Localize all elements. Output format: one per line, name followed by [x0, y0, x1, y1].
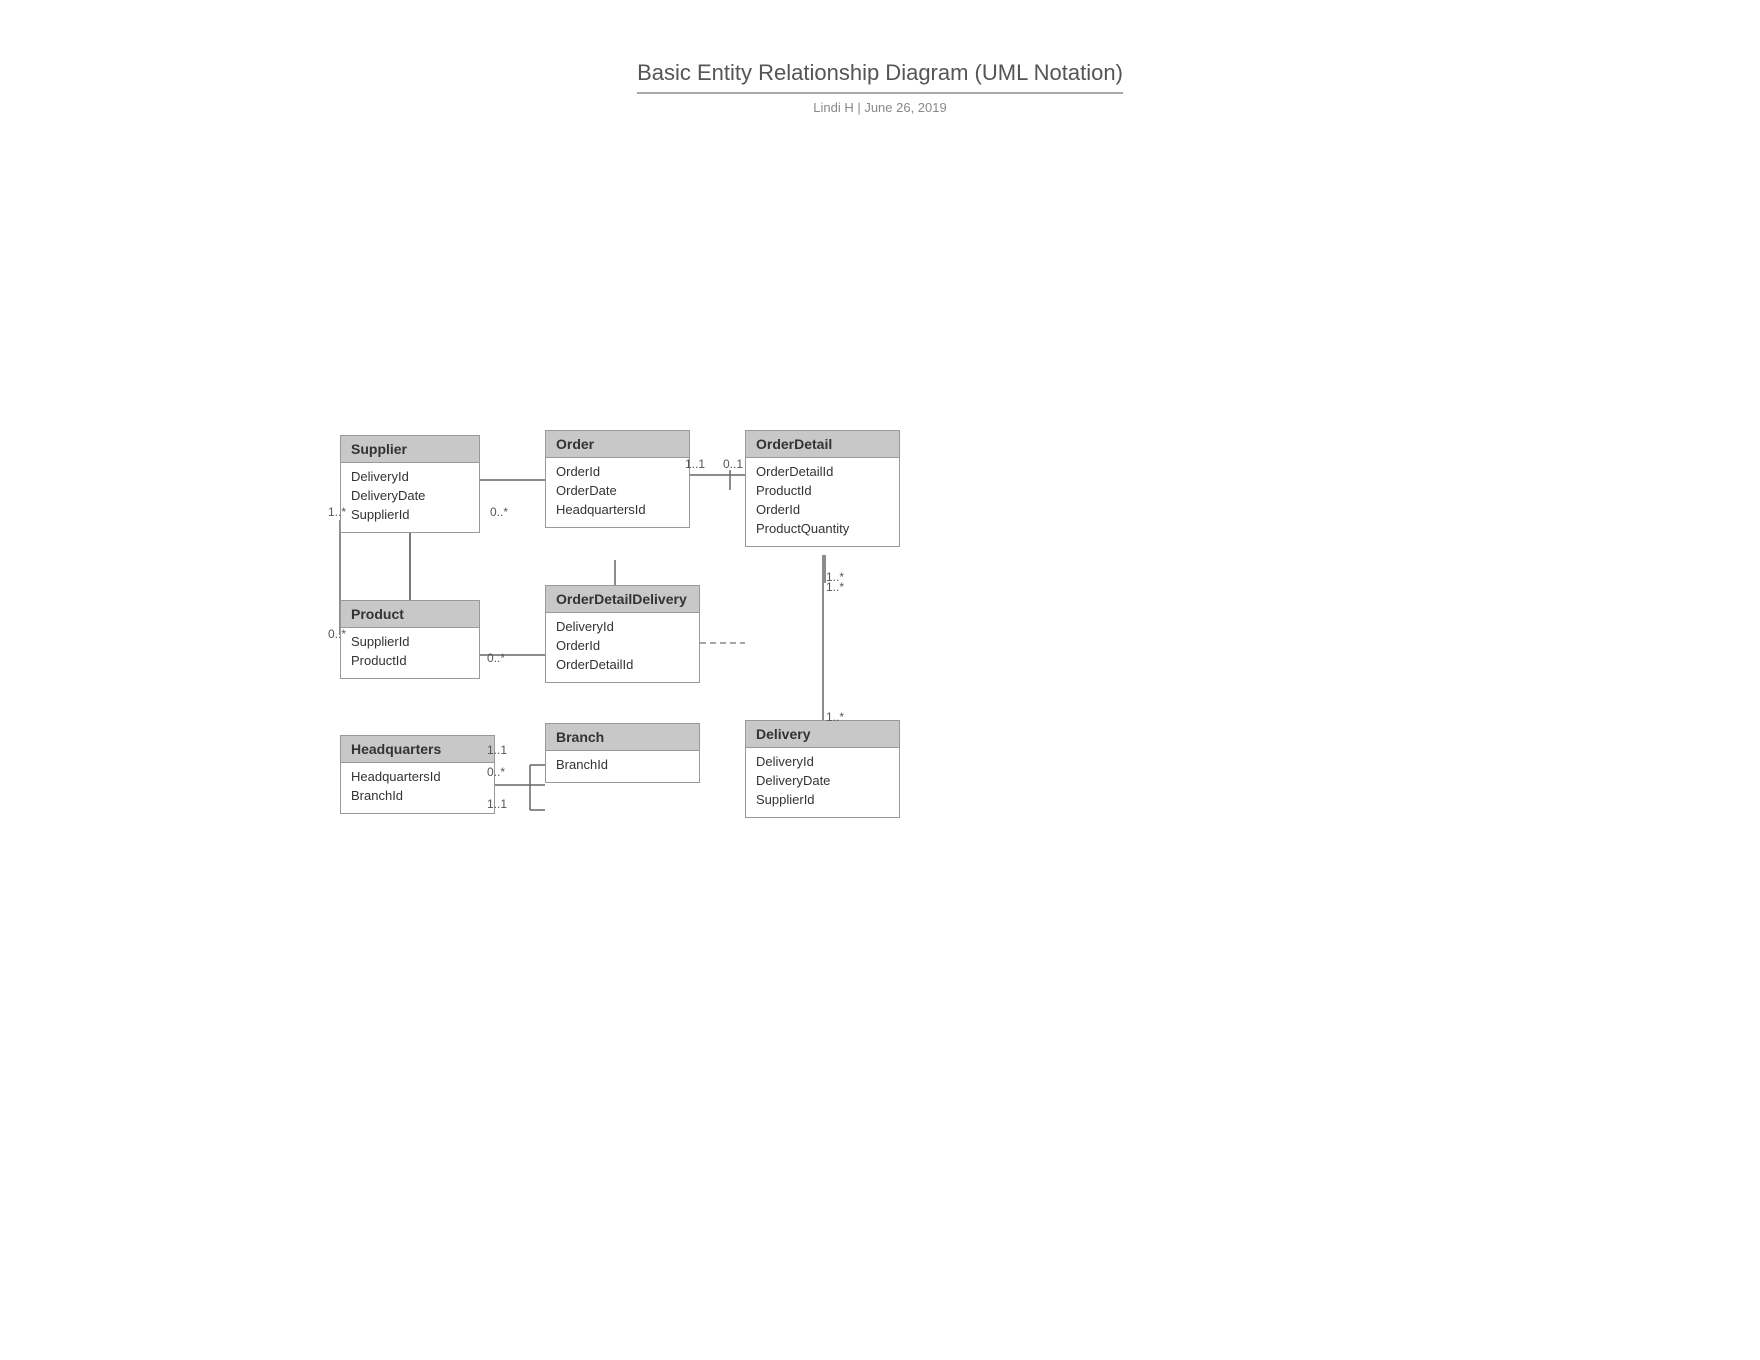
- mult-delivery-top: 1..*: [826, 580, 844, 594]
- entity-branch: Branch BranchId: [545, 723, 700, 783]
- field-delivery-3: SupplierId: [756, 790, 889, 809]
- entity-orderdetail-body: OrderDetailId ProductId OrderId ProductQ…: [746, 458, 899, 546]
- entity-branch-body: BranchId: [546, 751, 699, 782]
- entity-odd-body: DeliveryId OrderId OrderDetailId: [546, 613, 699, 682]
- entity-orderdetaildelivery: OrderDetailDelivery DeliveryId OrderId O…: [545, 585, 700, 683]
- field-branch-1: BranchId: [556, 755, 689, 774]
- entity-order-body: OrderId OrderDate HeadquartersId: [546, 458, 689, 527]
- entity-order-header: Order: [546, 431, 689, 458]
- entity-product-body: SupplierId ProductId: [341, 628, 479, 678]
- mult-hq-branch-left: 1..1: [487, 743, 507, 757]
- mult-supplier-order-left: 1..*: [328, 505, 346, 519]
- field-hq-2: BranchId: [351, 786, 484, 805]
- field-od-3: OrderId: [756, 500, 889, 519]
- field-order-3: HeadquartersId: [556, 500, 679, 519]
- field-od-4: ProductQuantity: [756, 519, 889, 538]
- field-delivery-2: DeliveryDate: [756, 771, 889, 790]
- entity-delivery-header: Delivery: [746, 721, 899, 748]
- entity-orderdetail: OrderDetail OrderDetailId ProductId Orde…: [745, 430, 900, 547]
- mult-product-left: 0..*: [328, 627, 346, 641]
- entity-product-header: Product: [341, 601, 479, 628]
- field-odd-3: OrderDetailId: [556, 655, 689, 674]
- diagram-area: Supplier DeliveryId DeliveryDate Supplie…: [0, 165, 1760, 1315]
- mult-product-right: 0..*: [487, 651, 505, 665]
- mult-delivery-bottom: 1..*: [826, 710, 844, 724]
- field-supplier-1: DeliveryId: [351, 467, 469, 486]
- entity-branch-header: Branch: [546, 724, 699, 751]
- mult-branch-bottom: 1..1: [487, 797, 507, 811]
- entity-odd-header: OrderDetailDelivery: [546, 586, 699, 613]
- field-hq-1: HeadquartersId: [351, 767, 484, 786]
- mult-hq-branch-right: 0..*: [487, 765, 505, 779]
- entity-supplier-body: DeliveryId DeliveryDate SupplierId: [341, 463, 479, 532]
- field-od-1: OrderDetailId: [756, 462, 889, 481]
- entity-product: Product SupplierId ProductId: [340, 600, 480, 679]
- entity-delivery: Delivery DeliveryId DeliveryDate Supplie…: [745, 720, 900, 818]
- entity-headquarters: Headquarters HeadquartersId BranchId: [340, 735, 495, 814]
- entity-hq-header: Headquarters: [341, 736, 494, 763]
- field-supplier-2: DeliveryDate: [351, 486, 469, 505]
- field-supplier-3: SupplierId: [351, 505, 469, 524]
- field-product-2: ProductId: [351, 651, 469, 670]
- entity-orderdetail-header: OrderDetail: [746, 431, 899, 458]
- field-odd-1: DeliveryId: [556, 617, 689, 636]
- entity-supplier: Supplier DeliveryId DeliveryDate Supplie…: [340, 435, 480, 533]
- page-title: Basic Entity Relationship Diagram (UML N…: [637, 60, 1123, 94]
- field-delivery-1: DeliveryId: [756, 752, 889, 771]
- entity-supplier-header: Supplier: [341, 436, 479, 463]
- field-odd-2: OrderId: [556, 636, 689, 655]
- mult-order-od-right: 0..1: [723, 457, 743, 471]
- entity-delivery-body: DeliveryId DeliveryDate SupplierId: [746, 748, 899, 817]
- mult-order-od-left: 1..1: [685, 457, 705, 471]
- field-od-2: ProductId: [756, 481, 889, 500]
- entity-order: Order OrderId OrderDate HeadquartersId: [545, 430, 690, 528]
- field-product-1: SupplierId: [351, 632, 469, 651]
- page-subtitle: Lindi H | June 26, 2019: [0, 100, 1760, 115]
- field-order-1: OrderId: [556, 462, 679, 481]
- field-order-2: OrderDate: [556, 481, 679, 500]
- mult-supplier-order-right: 0..*: [490, 505, 508, 519]
- entity-hq-body: HeadquartersId BranchId: [341, 763, 494, 813]
